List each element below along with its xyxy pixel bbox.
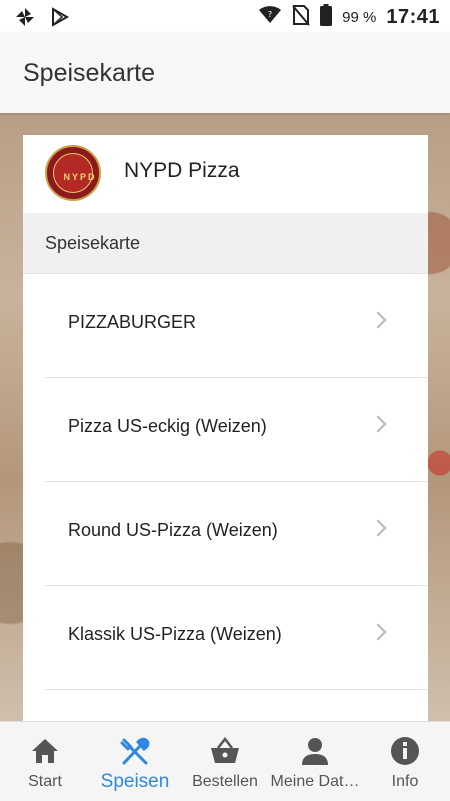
status-bar: ? 99 % 17:41 (0, 0, 450, 33)
bottom-navigation: Start Speisen Bestellen Meine Dat… Info (0, 721, 450, 801)
section-title: Speisekarte (45, 233, 141, 253)
chevron-right-icon (369, 415, 387, 433)
chevron-right-icon (369, 623, 387, 641)
wifi-icon: ? (258, 5, 282, 29)
category-item[interactable]: PIZZABURGER (45, 274, 428, 378)
fork-knife-icon (119, 736, 151, 766)
chevron-right-icon (369, 519, 387, 537)
restaurant-logo: NYPD (45, 145, 101, 201)
category-label: Klassik US-Pizza (Weizen) (68, 624, 282, 644)
category-label: Round US-Pizza (Weizen) (68, 520, 278, 540)
logo-text: NYPD (63, 172, 97, 182)
nav-label: Speisen (100, 771, 170, 792)
person-icon (299, 736, 331, 766)
clock: 17:41 (386, 5, 440, 28)
menu-card: NYPD NYPD Pizza Speisekarte PIZZABURGER … (23, 135, 428, 725)
restaurant-header: NYPD NYPD Pizza (23, 135, 428, 213)
no-sim-icon (292, 4, 310, 30)
info-icon (389, 736, 421, 766)
home-icon (29, 736, 61, 766)
app-bar: Speisekarte (0, 33, 450, 113)
category-item[interactable]: Round US-Pizza (Weizen) (45, 482, 428, 586)
category-label: PIZZABURGER (68, 312, 197, 332)
chevron-right-icon (369, 311, 387, 329)
nav-info[interactable]: Info (360, 722, 450, 801)
page-title: Speisekarte (23, 59, 156, 87)
pinwheel-icon (14, 6, 36, 33)
battery-percentage: 99 % (342, 8, 377, 26)
nav-label: Meine Dat… (270, 773, 360, 790)
nav-label: Bestellen (192, 773, 258, 790)
category-label: Pizza US-eckig (Weizen) (68, 416, 267, 436)
category-item[interactable]: Klassik US-Pizza (Weizen) (45, 586, 428, 690)
nav-label: Start (28, 773, 62, 790)
section-header: Speisekarte (23, 213, 428, 274)
nav-speisen[interactable]: Speisen (90, 722, 180, 801)
battery-icon (320, 4, 333, 30)
category-item[interactable] (45, 690, 428, 725)
category-item[interactable]: Pizza US-eckig (Weizen) (45, 378, 428, 482)
category-list: PIZZABURGER Pizza US-eckig (Weizen) Roun… (23, 274, 428, 725)
basket-icon (209, 736, 241, 766)
nav-bestellen[interactable]: Bestellen (180, 722, 270, 801)
play-store-icon (50, 7, 70, 32)
svg-text:?: ? (268, 10, 272, 19)
restaurant-name: NYPD Pizza (124, 159, 240, 182)
nav-label: Info (391, 773, 419, 790)
nav-meine-daten[interactable]: Meine Dat… (270, 722, 360, 801)
nav-start[interactable]: Start (0, 722, 90, 801)
